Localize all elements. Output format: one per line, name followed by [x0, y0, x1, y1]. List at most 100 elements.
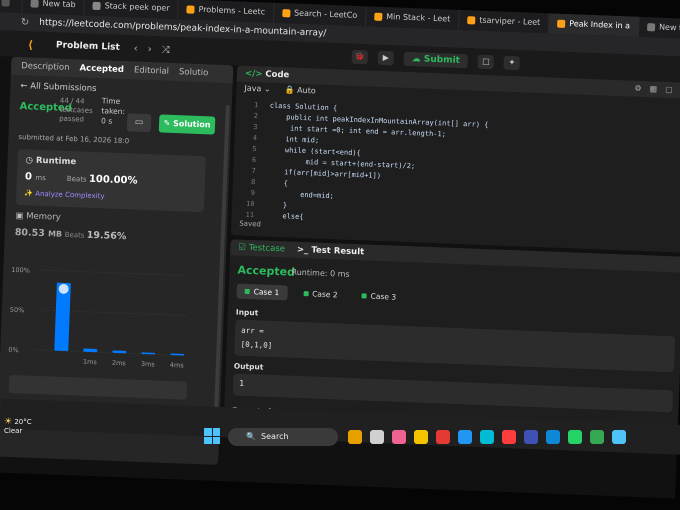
taskbar-app-icon[interactable]	[612, 430, 626, 444]
runtime-unit: ms	[35, 173, 46, 183]
taskbar-search[interactable]: 🔍 Search	[228, 428, 338, 446]
leetcode-logo-icon[interactable]: ⟨	[28, 38, 40, 51]
test-result-tab-label: Test Result	[311, 245, 365, 258]
x-tick-label: 1ms	[83, 358, 98, 367]
memory-value: 80.53 MB	[15, 227, 63, 240]
tab-accepted[interactable]: Accepted	[79, 63, 124, 75]
case-tab-1[interactable]: Case 1	[236, 283, 288, 301]
windows-start-icon[interactable]	[204, 428, 220, 444]
taskbar-app-icon[interactable]	[480, 430, 494, 444]
taskbar-app-icon[interactable]	[458, 430, 472, 444]
temperature: 20°C	[14, 418, 32, 426]
taskbar-app-icon[interactable]	[436, 430, 450, 444]
tab-label: New tab	[658, 22, 680, 33]
taskbar-app-icon[interactable]	[392, 430, 406, 444]
y-tick-label: 0%	[8, 346, 19, 354]
line-number: 9	[250, 189, 256, 198]
tab-label: Problems - Leetc	[198, 4, 266, 17]
line-number: 6	[251, 156, 257, 165]
memory-title[interactable]: ▣ Memory	[15, 211, 61, 223]
editor-toolbar-icons[interactable]: ⚙▦▢	[634, 84, 680, 95]
output-box[interactable]: 1	[232, 373, 674, 413]
memory-number: 80.53	[14, 226, 46, 240]
case-tabs: Case 1 Case 2 Case 3	[236, 283, 404, 305]
search-label: Search	[261, 432, 289, 441]
memory-title-text: Memory	[25, 211, 61, 223]
debug-icon[interactable]: 🐞	[351, 49, 369, 65]
tab-favicon-icon	[1, 0, 10, 7]
browser-tab[interactable]	[0, 0, 23, 14]
runtime-card[interactable]: ◷ Runtime 0 ms Beats 100.00% ✨ Analyze C…	[15, 149, 206, 213]
tab-favicon-icon	[281, 9, 291, 18]
runtime-title: ◷ Runtime	[25, 155, 77, 168]
runtime-beats-value: 100.00%	[88, 173, 138, 187]
testcase-tab-label: Testcase	[248, 242, 286, 255]
language-select[interactable]: Java ⌄	[244, 82, 271, 97]
taskbar-app-icon[interactable]	[414, 430, 428, 444]
line-numbers: 1 2 3 4 5 6 7 8 9 10 11	[245, 100, 258, 221]
tab-label: Search - LeetCo	[293, 8, 358, 20]
line-number: 4	[252, 134, 258, 143]
submit-button[interactable]: ☁ Submit	[403, 51, 469, 69]
notes-icon[interactable]: □	[477, 54, 495, 70]
tab-description[interactable]: Description	[21, 61, 70, 73]
memory-unit: MB	[47, 229, 63, 239]
reload-icon[interactable]: ↻	[21, 17, 30, 28]
analyze-complexity-link[interactable]: ✨ Analyze Complexity	[24, 189, 105, 200]
weather-widget[interactable]: ☀ 20°C Clear	[4, 418, 32, 436]
taskbar-app-icon[interactable]	[348, 430, 362, 444]
taskbar-app-icon[interactable]	[502, 430, 516, 444]
tab-favicon-icon	[557, 19, 566, 28]
input-label: Input	[235, 307, 259, 318]
editor-title: Code	[265, 69, 290, 81]
time-taken: Time taken: 0 s	[101, 96, 126, 127]
tab-test-result[interactable]: >_ Test Result	[297, 242, 365, 261]
case-label: Case 1	[253, 287, 280, 298]
tab-label: Peak Index in a	[569, 19, 631, 31]
taskbar-app-icon[interactable]	[568, 430, 582, 444]
submitted-at: submitted at Feb 16, 2026 18:0	[18, 133, 130, 146]
save-status: Saved	[239, 219, 262, 229]
time-taken-value: 0 s	[100, 116, 113, 126]
grid-line	[37, 269, 188, 277]
case-pass-icon	[361, 293, 367, 299]
case-label: Case 3	[370, 291, 397, 302]
tab-favicon-icon	[92, 1, 101, 11]
chart-bar	[170, 353, 185, 356]
taskbar-app-icon[interactable]	[546, 430, 560, 444]
x-tick-label: 2ms	[112, 359, 127, 368]
weather-sun-icon: ☀	[4, 417, 13, 427]
tab-label: New tab	[42, 0, 76, 10]
case-tab-3[interactable]: Case 3	[353, 288, 404, 305]
notebook-button[interactable]: ▭	[126, 113, 152, 133]
input-box[interactable]: arr = [0,1,0]	[234, 319, 676, 373]
tab-testcase[interactable]: ☑ Testcase	[238, 240, 285, 258]
mode-label: Auto	[296, 85, 316, 96]
code-text[interactable]: class Solution { public int peakIndexInM…	[265, 101, 489, 230]
browser-tab[interactable]: New tab	[638, 16, 680, 40]
taskbar-app-icon[interactable]	[590, 430, 604, 444]
solution-button[interactable]: ✎ Solution	[158, 114, 216, 135]
problem-list-button[interactable]: Problem List	[56, 40, 120, 52]
taskbar-app-icon[interactable]	[370, 430, 384, 444]
prev-next-arrows-icon[interactable]: ‹›⤨	[134, 43, 180, 56]
case-tab-2[interactable]: Case 2	[295, 286, 346, 303]
auto-mode[interactable]: 🔒 Auto	[284, 83, 316, 98]
runtime-distribution-chart[interactable]: 0% 50% 100% 1ms 2ms 3ms 4ms	[3, 257, 207, 385]
line-number: 5	[252, 145, 257, 154]
case-pass-icon	[303, 291, 309, 297]
submit-label: Submit	[423, 54, 461, 66]
taskbar-app-icon[interactable]	[524, 430, 538, 444]
runtime-number: 0	[24, 171, 33, 183]
memory-beats: Beats 19.56%	[65, 229, 127, 243]
tab-editorial[interactable]: Editorial	[134, 65, 169, 76]
ai-sparkle-icon[interactable]: ✦	[503, 55, 521, 71]
runtime-beats-label: Beats	[66, 174, 87, 184]
language-label: Java	[244, 83, 262, 94]
run-button[interactable]: ▶	[377, 50, 395, 66]
y-tick-label: 50%	[10, 306, 25, 315]
memory-beats-value: 19.56%	[86, 229, 127, 243]
case-pass-icon	[244, 288, 250, 295]
tab-solutions[interactable]: Solutio	[179, 67, 209, 78]
tab-favicon-icon	[186, 5, 195, 14]
